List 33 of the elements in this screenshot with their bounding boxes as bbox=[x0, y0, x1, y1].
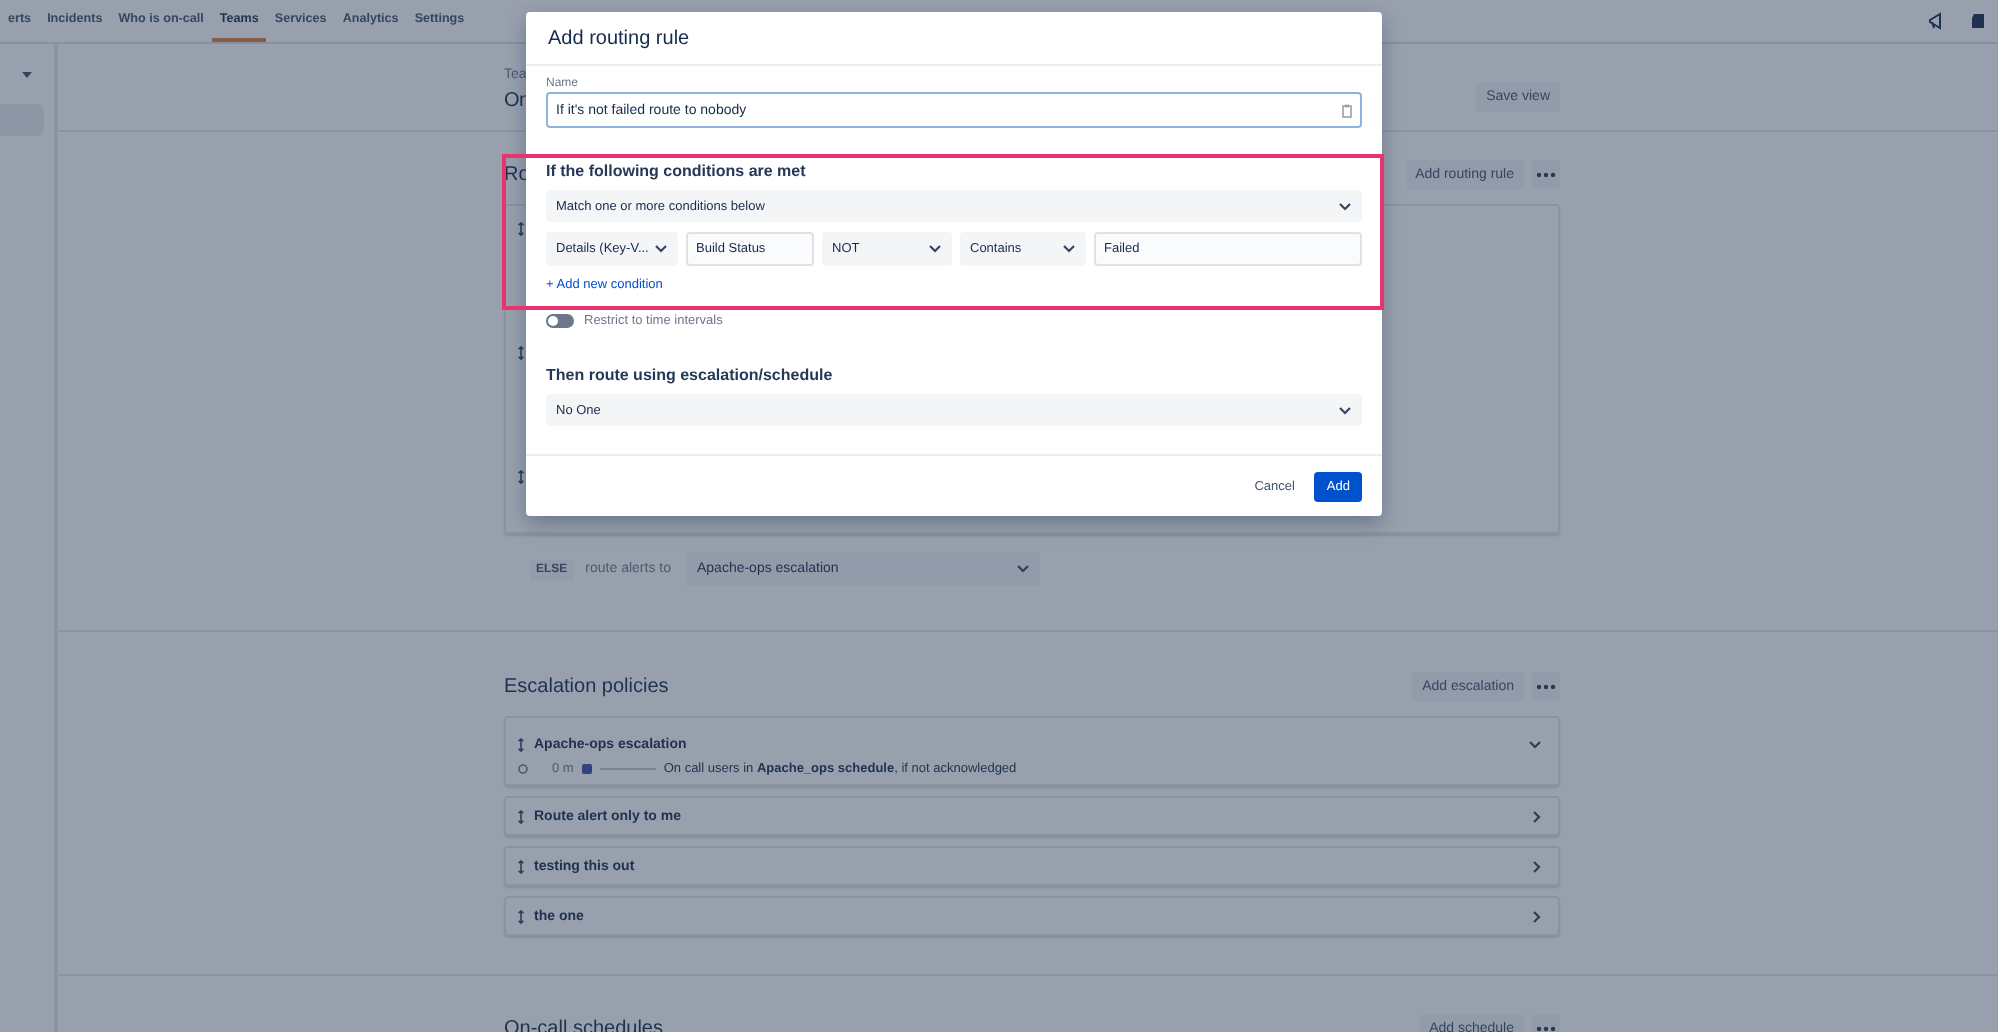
chevron-down-icon bbox=[928, 244, 942, 254]
drag-handle-icon[interactable] bbox=[518, 346, 524, 360]
megaphone-icon[interactable] bbox=[1928, 12, 1946, 30]
chevron-right-icon bbox=[1532, 809, 1542, 823]
drag-handle-icon[interactable] bbox=[518, 470, 524, 484]
drag-handle-icon[interactable] bbox=[518, 738, 524, 752]
chevron-down-icon bbox=[654, 244, 668, 254]
more-icon bbox=[1536, 171, 1556, 177]
route-heading: Then route using escalation/schedule bbox=[546, 366, 835, 384]
chevron-down-icon bbox=[1062, 244, 1076, 254]
chevron-right-icon bbox=[1532, 909, 1542, 923]
expand-icon bbox=[1528, 740, 1542, 750]
caret-icon[interactable] bbox=[22, 72, 32, 80]
more-icon bbox=[1536, 683, 1556, 689]
dialog-title: Add routing rule bbox=[548, 27, 690, 49]
chevron-down-icon bbox=[1016, 564, 1031, 574]
more-icon bbox=[1536, 1025, 1556, 1031]
user-icon bbox=[581, 763, 592, 773]
chevron-down-icon bbox=[1338, 405, 1352, 415]
drag-handle-icon[interactable] bbox=[518, 859, 524, 873]
more-button[interactable] bbox=[1532, 160, 1560, 188]
drag-handle-icon[interactable] bbox=[518, 222, 524, 236]
clipboard-icon[interactable] bbox=[1342, 103, 1352, 117]
conditions-heading: If the following conditions are met bbox=[546, 162, 808, 180]
toggle-switch[interactable] bbox=[546, 313, 574, 327]
document-icon[interactable] bbox=[1970, 12, 1986, 30]
drag-handle-icon[interactable] bbox=[518, 809, 524, 823]
drag-handle-icon[interactable] bbox=[518, 909, 524, 923]
chevron-down-icon bbox=[1338, 201, 1352, 211]
section-heading: Escalation policies bbox=[504, 675, 671, 697]
clock-icon bbox=[518, 763, 528, 773]
more-button[interactable] bbox=[1532, 672, 1560, 700]
chevron-right-icon bbox=[1532, 859, 1542, 873]
